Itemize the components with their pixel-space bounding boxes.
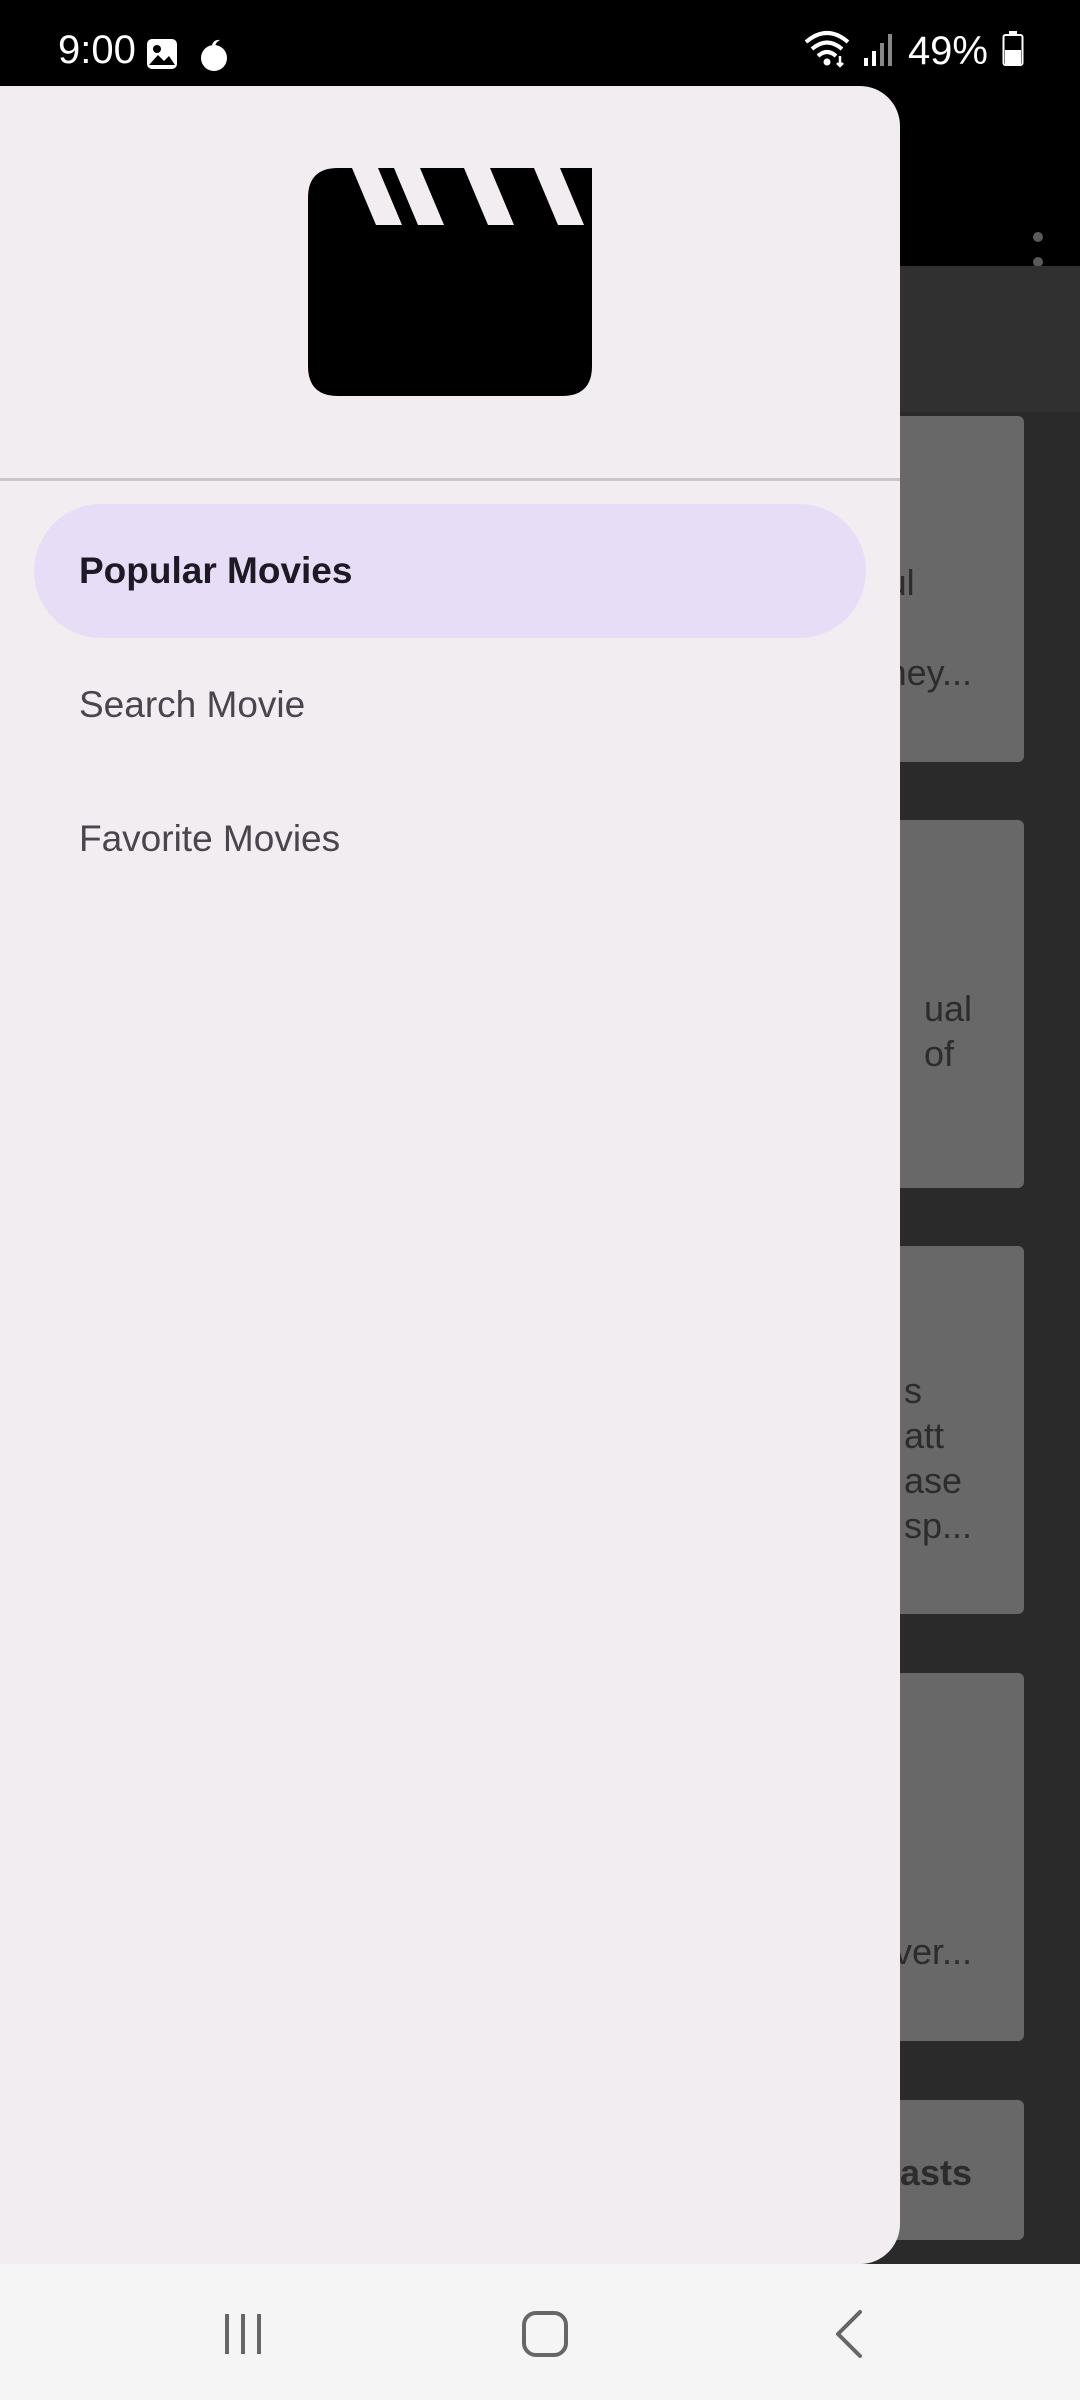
system-navigation-bar xyxy=(0,2264,1080,2400)
navigation-drawer: Popular Movies Search Movie Favorite Mov… xyxy=(0,86,900,2264)
status-left-icons xyxy=(146,38,230,76)
status-time: 9:00 xyxy=(58,28,136,72)
battery-icon xyxy=(1002,31,1024,71)
movie-card-text: ver... xyxy=(893,1931,972,1972)
movie-card-text: s att ase sp... xyxy=(903,1370,972,1546)
drawer-menu: Popular Movies Search Movie Favorite Mov… xyxy=(34,504,866,906)
notification-icon xyxy=(198,38,230,76)
gallery-icon xyxy=(146,38,178,76)
home-icon[interactable] xyxy=(505,2294,585,2374)
drawer-item-label: Popular Movies xyxy=(79,550,353,591)
signal-icon xyxy=(863,32,894,70)
recents-icon[interactable] xyxy=(203,2294,283,2374)
wifi-icon xyxy=(804,30,850,72)
drawer-item-favorite-movies[interactable]: Favorite Movies xyxy=(34,772,866,906)
status-right-icons: 49% xyxy=(804,30,1024,72)
drawer-item-label: Favorite Movies xyxy=(79,818,341,859)
status-bar: 9:00 49% xyxy=(0,0,1080,86)
drawer-item-popular-movies[interactable]: Popular Movies xyxy=(34,504,866,638)
drawer-divider xyxy=(0,478,900,481)
clapperboard-icon xyxy=(308,168,592,396)
drawer-item-label: Search Movie xyxy=(79,684,306,725)
movie-card-text: asts xyxy=(899,2152,972,2193)
movie-card-text: ual of xyxy=(923,988,972,1074)
battery-percentage: 49% xyxy=(907,29,988,73)
drawer-item-search-movie[interactable]: Search Movie xyxy=(34,638,866,772)
back-icon[interactable] xyxy=(808,2294,888,2374)
